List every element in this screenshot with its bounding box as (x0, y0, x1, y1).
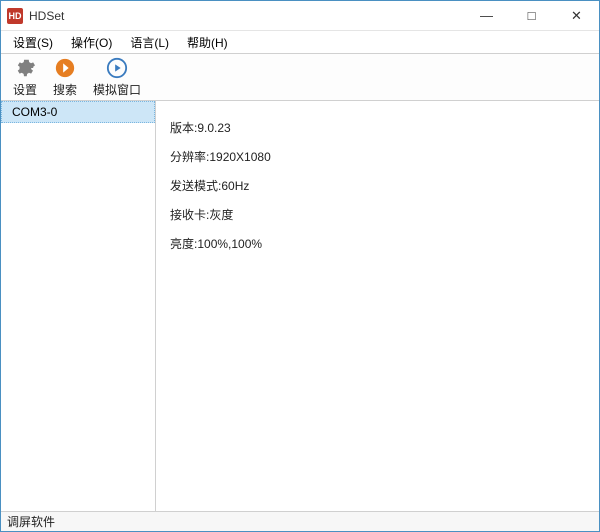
menu-operate[interactable]: 操作(O) (63, 32, 120, 53)
sidebar-item-label: COM3-0 (12, 105, 57, 119)
sidebar-item-com[interactable]: COM3-0 (1, 101, 155, 123)
play-circle-icon (105, 56, 129, 80)
menu-language[interactable]: 语言(L) (122, 32, 177, 53)
content-area: COM3-0 版本:9.0.23 分辨率:1920X1080 发送模式:60Hz… (1, 101, 599, 511)
app-title: HDSet (29, 9, 64, 23)
detail-recvcard-label: 接收卡: (170, 208, 209, 222)
app-icon: HD (7, 8, 23, 24)
toolbar: 设置 搜索 模拟窗口 (1, 53, 599, 101)
menu-help[interactable]: 帮助(H) (179, 32, 236, 53)
menubar: 设置(S) 操作(O) 语言(L) 帮助(H) (1, 31, 599, 53)
menu-settings[interactable]: 设置(S) (5, 32, 61, 53)
detail-resolution: 分辨率:1920X1080 (170, 148, 585, 165)
close-button[interactable]: ✕ (554, 1, 599, 31)
detail-recvcard-value: 灰度 (209, 208, 233, 222)
detail-pane: 版本:9.0.23 分辨率:1920X1080 发送模式:60Hz 接收卡:灰度… (156, 101, 599, 511)
statusbar: 调屏软件 (1, 511, 599, 531)
toolbar-simwindow-button[interactable]: 模拟窗口 (85, 56, 149, 98)
detail-version: 版本:9.0.23 (170, 119, 585, 136)
detail-resolution-label: 分辨率: (170, 150, 209, 164)
status-text: 调屏软件 (7, 513, 55, 530)
toolbar-settings-label: 设置 (13, 81, 37, 98)
toolbar-simwindow-label: 模拟窗口 (93, 81, 141, 98)
toolbar-search-label: 搜索 (53, 81, 77, 98)
detail-version-label: 版本: (170, 121, 197, 135)
detail-recvcard: 接收卡:灰度 (170, 206, 585, 223)
minimize-button[interactable]: — (464, 1, 509, 31)
app-window: HD HDSet — □ ✕ 设置(S) 操作(O) 语言(L) 帮助(H) 设… (0, 0, 600, 532)
sidebar: COM3-0 (1, 101, 156, 511)
toolbar-settings-button[interactable]: 设置 (5, 56, 45, 98)
detail-brightness: 亮度:100%,100% (170, 235, 585, 252)
arrow-right-circle-icon (53, 56, 77, 80)
detail-sendmode-label: 发送模式: (170, 179, 221, 193)
detail-sendmode-value: 60Hz (221, 179, 249, 193)
titlebar: HD HDSet — □ ✕ (1, 1, 599, 31)
detail-version-value: 9.0.23 (197, 121, 230, 135)
detail-resolution-value: 1920X1080 (209, 150, 270, 164)
detail-sendmode: 发送模式:60Hz (170, 177, 585, 194)
gear-icon (13, 56, 37, 80)
detail-brightness-value: 100%,100% (197, 237, 262, 251)
toolbar-search-button[interactable]: 搜索 (45, 56, 85, 98)
maximize-button[interactable]: □ (509, 1, 554, 31)
detail-brightness-label: 亮度: (170, 237, 197, 251)
